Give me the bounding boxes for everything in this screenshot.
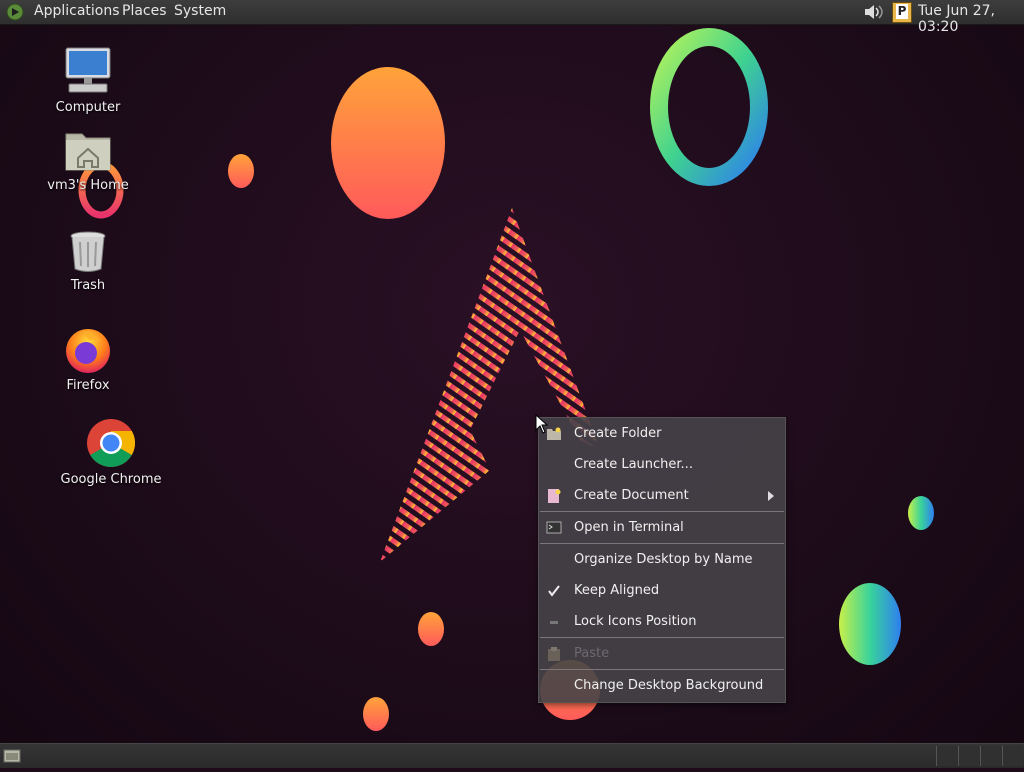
wallpaper-art xyxy=(78,28,934,731)
trash-icon xyxy=(70,231,106,272)
indicator-applet-icon[interactable]: P xyxy=(892,2,912,23)
desktop-icon-computer[interactable]: Computer xyxy=(33,46,143,115)
desktop-icon-home[interactable]: vm3's Home xyxy=(33,128,143,193)
top-panel: Applications Places System P Tue Jun 27,… xyxy=(0,0,1024,35)
clipboard-icon xyxy=(548,647,560,661)
applications-menu[interactable]: Applications xyxy=(34,3,120,19)
clock[interactable]: Tue Jun 27, 03:20 xyxy=(918,3,1024,35)
menu-item-change-desktop-background[interactable]: Change Desktop Background xyxy=(539,672,785,700)
desktop-wallpaper[interactable] xyxy=(0,0,1024,768)
mouse-pointer-icon xyxy=(535,414,549,434)
desktop-icon-label: Firefox xyxy=(66,378,110,393)
desktop-icon-chrome[interactable]: Google Chrome xyxy=(56,418,166,487)
unchecked-box-icon xyxy=(550,621,558,624)
system-menu[interactable]: System xyxy=(174,3,226,19)
menu-separator xyxy=(540,543,784,544)
menu-item-paste[interactable]: Paste xyxy=(539,640,785,668)
computer-icon xyxy=(65,47,111,93)
workspace-2[interactable] xyxy=(958,746,979,766)
desktop-icon-label: Computer xyxy=(55,100,121,115)
show-desktop-icon[interactable] xyxy=(3,747,21,764)
desktop-icon-label: Trash xyxy=(70,278,106,293)
terminal-icon xyxy=(546,521,562,534)
submenu-arrow-icon xyxy=(768,491,774,501)
volume-icon[interactable] xyxy=(862,3,886,21)
menu-item-create-folder[interactable]: Create Folder xyxy=(539,420,785,448)
menu-item-open-in-terminal[interactable]: Open in Terminal xyxy=(539,514,785,542)
workspace-3[interactable] xyxy=(980,746,1001,766)
desktop-icon-trash[interactable]: Trash xyxy=(33,228,143,293)
menu-separator xyxy=(540,637,784,638)
menu-item-organize-desktop[interactable]: Organize Desktop by Name xyxy=(539,546,785,574)
applications-logo-icon[interactable] xyxy=(6,3,24,21)
checkmark-icon xyxy=(548,585,560,597)
menu-item-lock-icons-position[interactable]: Lock Icons Position xyxy=(539,608,785,636)
chrome-icon xyxy=(87,419,136,468)
home-folder-icon xyxy=(65,133,111,171)
firefox-icon xyxy=(66,329,110,373)
desktop-context-menu: Create Folder Create Launcher... Create … xyxy=(538,417,786,703)
menu-item-create-document[interactable]: Create Document xyxy=(539,482,785,510)
menu-item-keep-aligned[interactable]: Keep Aligned xyxy=(539,577,785,605)
bottom-panel xyxy=(0,743,1024,768)
workspace-4[interactable] xyxy=(1002,746,1023,766)
desktop-icon-firefox[interactable]: Firefox xyxy=(33,326,143,393)
desktop-icon-label: Google Chrome xyxy=(60,472,162,487)
indicator-letter: P xyxy=(896,4,908,19)
document-icon xyxy=(548,489,561,503)
desktop-icon-label: vm3's Home xyxy=(47,178,129,193)
workspace-1[interactable] xyxy=(936,746,957,766)
menu-separator xyxy=(540,669,784,670)
menu-item-create-launcher[interactable]: Create Launcher... xyxy=(539,451,785,479)
places-menu[interactable]: Places xyxy=(122,3,167,19)
menu-separator xyxy=(540,511,784,512)
